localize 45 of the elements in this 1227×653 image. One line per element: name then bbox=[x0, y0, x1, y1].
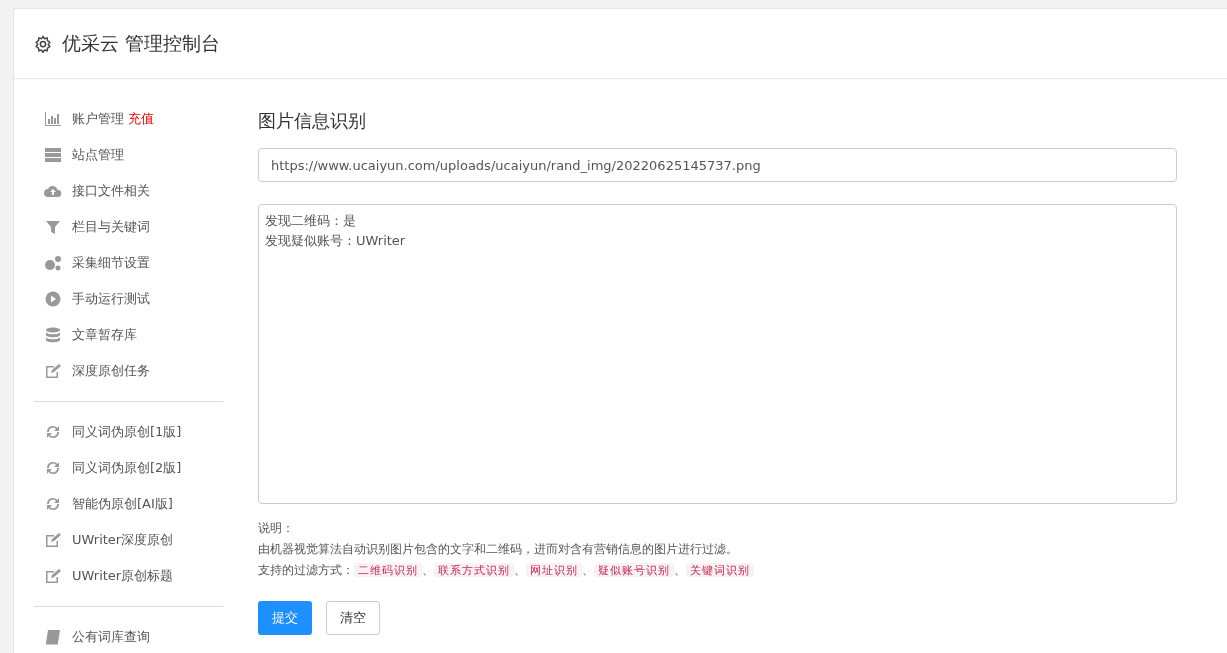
filters-label: 支持的过滤方式： bbox=[258, 563, 354, 577]
separator-text: 、 bbox=[422, 563, 434, 577]
filter-icon bbox=[44, 219, 62, 235]
sidebar-item[interactable]: 站点管理 bbox=[34, 137, 223, 173]
sidebar-item[interactable]: 栏目与关键词 bbox=[34, 209, 223, 245]
sidebar-item[interactable]: 同义词伪原创[1版] bbox=[34, 414, 223, 450]
sidebar-item[interactable]: 公有词库查询 bbox=[34, 619, 223, 653]
edit-icon bbox=[44, 363, 62, 379]
sidebar-item[interactable]: UWriter深度原创 bbox=[34, 522, 223, 558]
clear-button[interactable]: 清空 bbox=[326, 601, 380, 635]
recharge-link[interactable]: 充值 bbox=[128, 109, 154, 129]
play-circle-icon bbox=[44, 291, 62, 307]
refresh-icon bbox=[44, 496, 62, 512]
cloud-upload-icon bbox=[44, 183, 62, 199]
sidebar-item[interactable]: 文章暂存库 bbox=[34, 317, 223, 353]
refresh-icon bbox=[44, 424, 62, 440]
sidebar-item[interactable]: 采集细节设置 bbox=[34, 245, 223, 281]
separator-text: 、 bbox=[582, 563, 594, 577]
refresh-icon bbox=[44, 460, 62, 476]
separator-text: 、 bbox=[674, 563, 686, 577]
sidebar-item[interactable]: 深度原创任务 bbox=[34, 353, 223, 389]
edit-icon bbox=[44, 532, 62, 548]
edit-icon bbox=[44, 568, 62, 584]
filter-tag: 联系方式识别 bbox=[434, 563, 514, 577]
page-title: 图片信息识别 bbox=[258, 109, 367, 133]
bar-chart-icon bbox=[44, 111, 62, 127]
result-box[interactable]: 发现二维码：是 发现疑似账号：UWriter bbox=[258, 204, 1177, 504]
server-icon bbox=[44, 147, 62, 163]
sidebar-item[interactable]: 接口文件相关 bbox=[34, 173, 223, 209]
sidebar-item[interactable]: UWriter原创标题 bbox=[34, 558, 223, 594]
filter-tag: 关键词识别 bbox=[686, 563, 754, 577]
filter-tag: 疑似账号识别 bbox=[594, 563, 674, 577]
database-icon bbox=[44, 327, 62, 343]
notes-description: 由机器视觉算法自动识别图片包含的文字和二维码，进而对含有营销信息的图片进行过滤。 bbox=[258, 541, 739, 558]
sidebar-item[interactable]: 智能伪原创[AI版] bbox=[34, 486, 223, 522]
filter-tag: 二维码识别 bbox=[354, 563, 422, 577]
notes-heading: 说明： bbox=[258, 520, 295, 537]
sidebar-item[interactable]: 同义词伪原创[2版] bbox=[34, 450, 223, 486]
sidebar-label: 账户管理 bbox=[72, 110, 124, 129]
filter-tag: 网址识别 bbox=[526, 563, 582, 577]
separator-text: 、 bbox=[514, 563, 526, 577]
console-title: 优采云 管理控制台 bbox=[62, 31, 221, 57]
sidebar-item[interactable]: 手动运行测试 bbox=[34, 281, 223, 317]
url-field[interactable]: https://www.ucaiyun.com/uploads/ucaiyun/rand_img/20220625145737.png bbox=[258, 148, 1177, 182]
settings-icon bbox=[34, 34, 52, 53]
